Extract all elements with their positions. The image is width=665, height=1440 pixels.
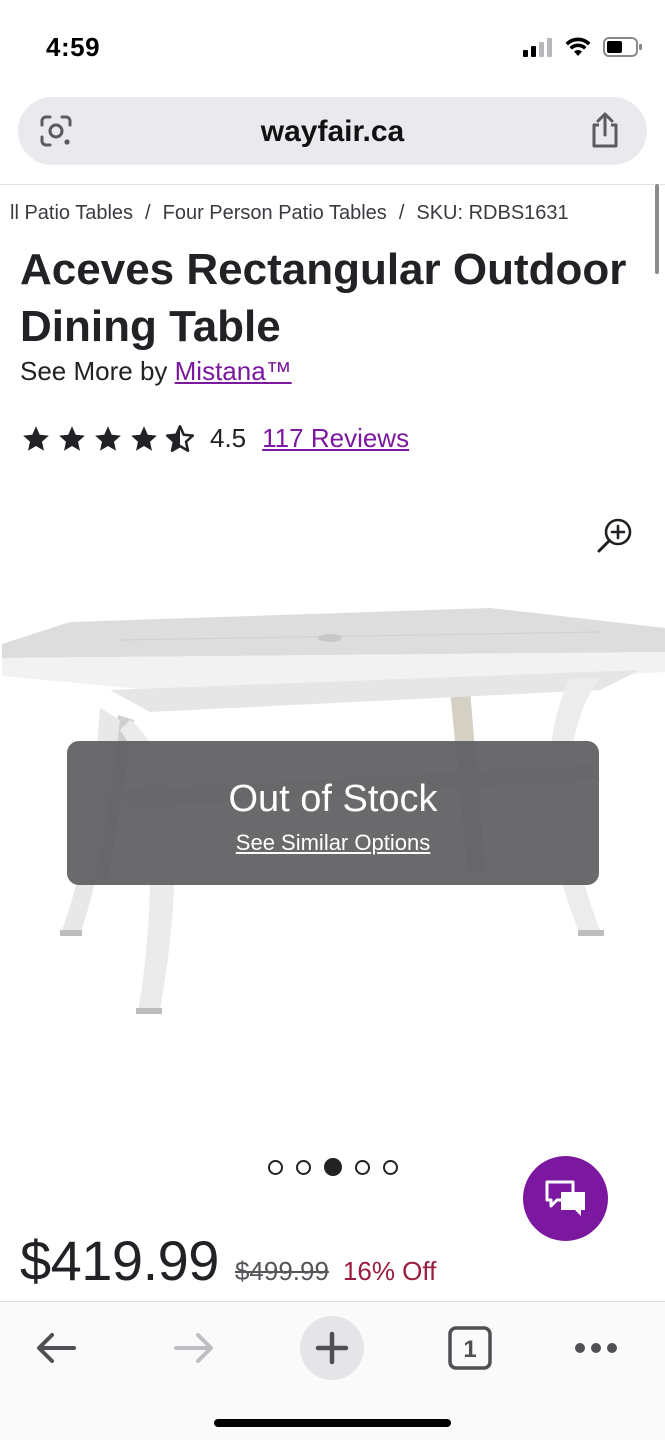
see-similar-options-link[interactable]: See Similar Options (67, 830, 599, 856)
see-more-prefix: See More by (20, 356, 168, 386)
plus-icon (315, 1331, 349, 1365)
discount-label: 16% Off (342, 1256, 437, 1286)
breadcrumb-item-sku: SKU: RDBS1631 (416, 202, 569, 224)
back-button[interactable] (24, 1316, 88, 1380)
battery-icon (603, 37, 642, 57)
header-divider (0, 184, 665, 185)
share-icon[interactable] (587, 111, 623, 149)
breadcrumb-separator: / (145, 202, 151, 224)
tabs-button[interactable]: 1 (438, 1316, 502, 1380)
tab-count: 1 (463, 1336, 476, 1363)
cellular-signal-icon (523, 38, 552, 57)
tabs-icon: 1 (448, 1326, 492, 1370)
forward-button[interactable] (162, 1316, 226, 1380)
see-more-by: See More by Mistana™ (20, 356, 292, 387)
price-row: $419.99 $499.99 16% Off (20, 1228, 436, 1293)
scrollbar[interactable] (655, 184, 659, 274)
chat-button[interactable] (523, 1156, 608, 1241)
more-menu-button[interactable] (564, 1316, 628, 1380)
wifi-icon (565, 37, 591, 56)
breadcrumb: ll Patio Tables / Four Person Patio Tables… (10, 202, 650, 225)
star-full-icon (131, 425, 157, 451)
status-icons (523, 36, 643, 58)
star-full-icon (59, 425, 85, 451)
status-time: 4:59 (46, 32, 101, 62)
carousel-dot[interactable] (296, 1159, 311, 1175)
brand-link[interactable]: Mistana™ (175, 356, 292, 386)
out-of-stock-label: Out of Stock (228, 778, 438, 820)
breadcrumb-separator: / (398, 202, 405, 224)
back-arrow-icon (37, 1333, 76, 1363)
status-bar: 4:59 (0, 0, 665, 92)
breadcrumb-item-patio-tables[interactable]: ll Patio Tables (10, 202, 133, 224)
carousel-dot[interactable] (383, 1159, 398, 1175)
home-indicator[interactable] (214, 1419, 451, 1427)
forward-arrow-icon (174, 1333, 213, 1363)
rating-row[interactable]: 4.5 117 Reviews (20, 423, 409, 454)
zoom-in-icon[interactable] (595, 515, 635, 555)
current-price: $419.99 (20, 1229, 219, 1292)
image-carousel-dots (268, 1158, 398, 1176)
star-rating (20, 424, 196, 454)
star-full-icon (23, 425, 49, 451)
new-tab-button[interactable] (300, 1316, 364, 1380)
star-half-icon (165, 424, 195, 452)
carousel-dot-active[interactable] (324, 1158, 342, 1176)
browser-toolbar: 1 (0, 1301, 665, 1440)
original-price: $499.99 (234, 1256, 329, 1286)
carousel-dot[interactable] (355, 1159, 370, 1175)
rating-value: 4.5 (210, 423, 247, 453)
breadcrumb-item-four-person[interactable]: Four Person Patio Tables (163, 202, 387, 224)
carousel-dot[interactable] (268, 1159, 283, 1175)
more-icon (575, 1343, 617, 1353)
reviews-link[interactable]: 117 Reviews (262, 423, 409, 454)
star-full-icon (95, 425, 121, 451)
address-bar[interactable]: wayfair.ca (18, 97, 647, 165)
url-text[interactable]: wayfair.ca (18, 115, 647, 149)
product-title: Aceves Rectangular Outdoor Dining Table (20, 245, 627, 351)
chat-icon (545, 1180, 585, 1216)
out-of-stock-overlay: Out of Stock See Similar Options (67, 741, 599, 885)
